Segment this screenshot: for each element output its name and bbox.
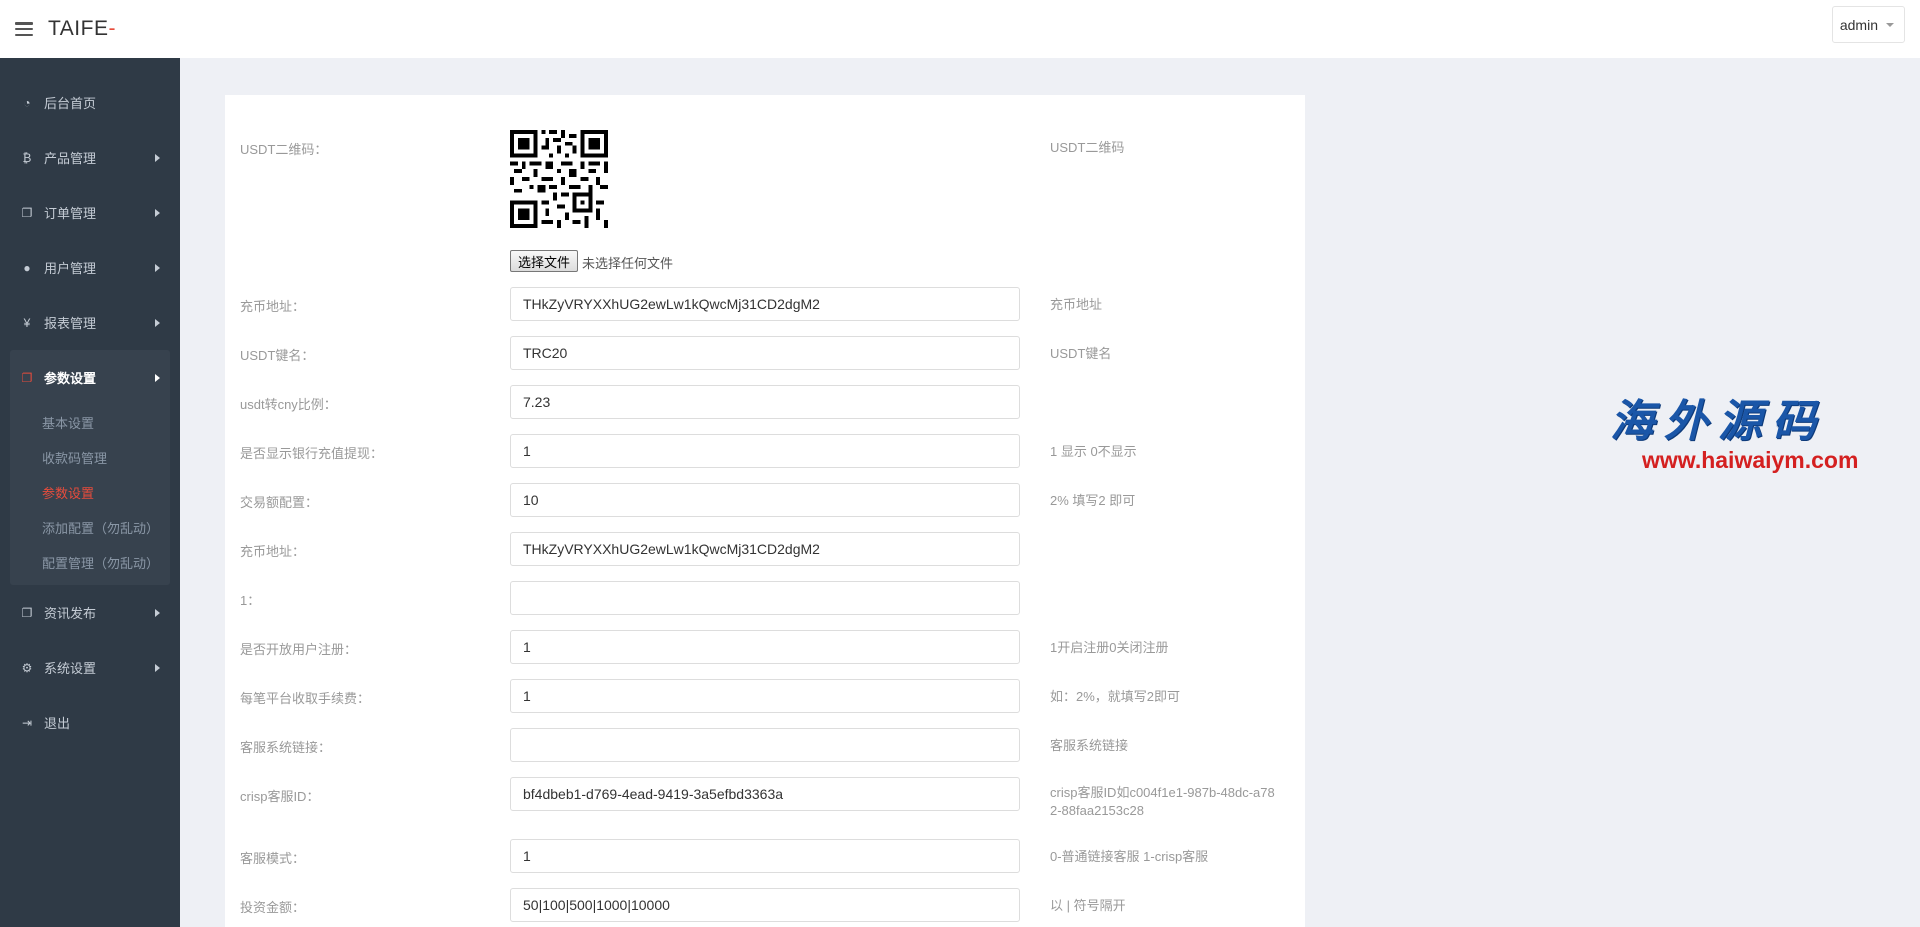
copy-icon: ❐ xyxy=(21,370,33,385)
field-label: crisp客服ID： xyxy=(240,789,320,804)
trade-amount-input[interactable] xyxy=(510,483,1020,517)
top-bar: TAIFE- admin xyxy=(0,0,1920,58)
field-hint: USDT二维码 xyxy=(1050,140,1125,155)
qr-code-image xyxy=(510,130,608,228)
usdt-key-input[interactable] xyxy=(510,336,1020,370)
sidebar-subitem-params[interactable]: 参数设置 xyxy=(10,475,170,510)
field-hint: USDT键名 xyxy=(1050,346,1112,361)
sidebar-item-label: 资讯发布 xyxy=(44,606,97,621)
field-label: USDT二维码： xyxy=(240,142,328,157)
field-hint: 0-普通链接客服 1-crisp客服 xyxy=(1050,849,1209,864)
deposit-address-2-input[interactable] xyxy=(510,532,1020,566)
caret-right-icon xyxy=(155,208,160,217)
sidebar: ◔ 后台首页 ₿ 产品管理 ❐ 订单管理 ● 用户管理 ¥ 报表管理 ❐ 参数设… xyxy=(0,58,180,927)
sidebar-subitem-config-manage[interactable]: 配置管理（勿乱动） xyxy=(10,545,170,580)
sidebar-item-users[interactable]: ● 用户管理 xyxy=(0,240,180,295)
field-label: 1： xyxy=(240,593,261,608)
sidebar-subitem-basic[interactable]: 基本设置 xyxy=(10,405,170,440)
sidebar-item-label: 系统设置 xyxy=(44,661,97,676)
sidebar-item-dashboard[interactable]: ◔ 后台首页 xyxy=(0,75,180,130)
watermark-url: www.haiwaiym.com xyxy=(1642,447,1859,473)
field-hint: 1 显示 0不显示 xyxy=(1050,444,1137,459)
field-1-input[interactable] xyxy=(510,581,1020,615)
choose-file-button[interactable]: 选择文件 xyxy=(510,250,579,272)
sidebar-subitem-add-config[interactable]: 添加配置（勿乱动） xyxy=(10,510,170,545)
caret-right-icon xyxy=(155,263,160,272)
gears-icon: ⚙ xyxy=(21,660,33,675)
caret-right-icon xyxy=(155,318,160,327)
sidebar-item-system[interactable]: ⚙ 系统设置 xyxy=(0,640,180,695)
copy-icon: ❐ xyxy=(21,205,33,220)
caret-right-icon xyxy=(155,153,160,162)
sidebar-subitem-payment-codes[interactable]: 收款码管理 xyxy=(10,440,170,475)
field-label: usdt转cny比例： xyxy=(240,397,337,412)
field-hint: 客服系统链接 xyxy=(1050,738,1129,753)
sidebar-item-products[interactable]: ₿ 产品管理 xyxy=(0,130,180,185)
sidebar-item-label: 用户管理 xyxy=(44,261,97,276)
open-registration-input[interactable] xyxy=(510,630,1020,664)
menu-toggle-icon[interactable] xyxy=(15,22,33,36)
support-mode-input[interactable] xyxy=(510,839,1020,873)
user-dropdown[interactable]: admin xyxy=(1831,6,1905,43)
sidebar-item-label: 报表管理 xyxy=(44,316,97,331)
watermark: 海外源码 www.haiwaiym.com xyxy=(1610,385,1920,474)
sidebar-item-reports[interactable]: ¥ 报表管理 xyxy=(0,295,180,350)
field-hint: 如：2%，就填写2即可 xyxy=(1050,689,1181,704)
dashboard-icon: ◔ xyxy=(23,95,31,110)
yen-icon: ¥ xyxy=(23,315,31,330)
sidebar-item-label: 订单管理 xyxy=(44,206,97,221)
field-hint: 充币地址 xyxy=(1050,297,1103,312)
field-hint: crisp客服ID如c004f1e1-987b-48dc-a782-88faa2… xyxy=(1050,785,1275,818)
sign-out-icon: ⇥ xyxy=(21,715,33,730)
field-hint: 2% 填写2 即可 xyxy=(1050,493,1136,508)
field-hint: 1开启注册0关闭注册 xyxy=(1050,640,1169,655)
usdt-cny-rate-input[interactable] xyxy=(510,385,1020,419)
support-link-input[interactable] xyxy=(510,728,1020,762)
field-label: 充币地址： xyxy=(240,299,306,314)
field-label: 交易额配置： xyxy=(240,495,319,510)
field-label: 是否显示银行充值提现： xyxy=(240,446,384,461)
deposit-address-input[interactable] xyxy=(510,287,1020,321)
field-label: 充币地址： xyxy=(240,544,306,559)
field-label: 每笔平台收取手续费： xyxy=(240,691,371,706)
brand-text: TAIFE xyxy=(48,17,109,40)
sidebar-item-label: 参数设置 xyxy=(44,371,97,386)
settings-form-panel: USDT二维码： USDT二维码 选择文件 未选择任何文件 充币地址： THkZ… xyxy=(225,95,1305,927)
brand-accent: - xyxy=(108,17,116,40)
sidebar-item-news[interactable]: ❐ 资讯发布 xyxy=(0,585,180,640)
sidebar-item-label: 产品管理 xyxy=(44,151,97,166)
file-status-text: 未选择任何文件 xyxy=(582,256,674,271)
caret-right-icon xyxy=(155,663,160,672)
sidebar-item-label: 后台首页 xyxy=(44,96,97,111)
watermark-title: 海外源码 xyxy=(1610,396,1826,447)
sidebar-item-orders[interactable]: ❐ 订单管理 xyxy=(0,185,180,240)
field-label: 投资金额： xyxy=(240,900,306,915)
field-hint: 以 | 符号隔开 xyxy=(1050,898,1126,913)
crisp-id-input[interactable] xyxy=(510,777,1020,811)
caret-right-icon xyxy=(155,608,160,617)
investment-amount-input[interactable] xyxy=(510,888,1020,922)
platform-fee-input[interactable] xyxy=(510,679,1020,713)
sidebar-item-params[interactable]: ❐ 参数设置 xyxy=(10,350,170,405)
field-label: 是否开放用户注册： xyxy=(240,642,358,657)
caret-down-icon xyxy=(1886,22,1894,27)
sidebar-group-params: ❐ 参数设置 基本设置 收款码管理 参数设置 添加配置（勿乱动） 配置管理（勿乱… xyxy=(10,350,170,585)
sidebar-item-logout[interactable]: ⇥ 退出 xyxy=(0,695,180,750)
field-label: 客服系统链接： xyxy=(240,740,332,755)
user-icon: ● xyxy=(23,260,31,275)
bitcoin-icon: ₿ xyxy=(22,150,32,165)
user-name: admin xyxy=(1839,16,1878,33)
caret-right-icon xyxy=(155,373,160,382)
sidebar-item-label: 退出 xyxy=(44,716,71,731)
brand-logo[interactable]: TAIFE- xyxy=(48,17,116,41)
copy-icon: ❐ xyxy=(21,605,33,620)
field-label: 客服模式： xyxy=(240,851,306,866)
show-bank-input[interactable] xyxy=(510,434,1020,468)
field-label: USDT键名： xyxy=(240,348,315,363)
